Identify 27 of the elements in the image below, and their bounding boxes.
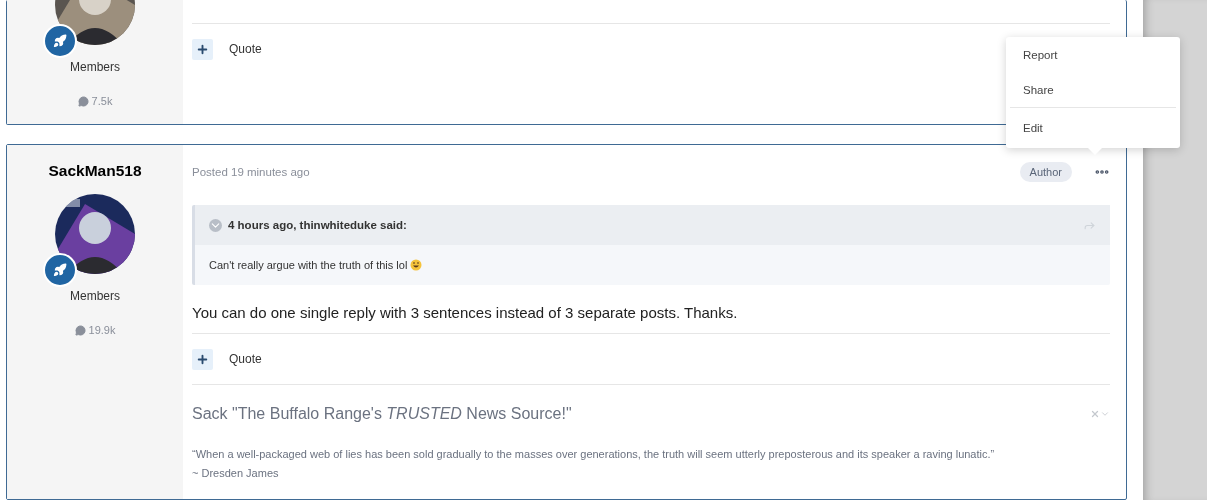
post-count: 7.5k	[91, 95, 113, 107]
quote-button[interactable]: Quote	[192, 348, 262, 370]
quote-citation: 4 hours ago, thinwhiteduke said:	[228, 219, 408, 231]
member-group: Members	[70, 289, 120, 303]
menu-item[interactable]: Report	[1010, 37, 1176, 72]
post-date: Posted 19 minutes ago	[192, 166, 311, 178]
plus-icon	[192, 38, 213, 60]
emoji-icon	[410, 259, 423, 271]
comment-icon	[74, 324, 86, 336]
username[interactable]: SackMan518	[48, 162, 142, 180]
author-badge: Author	[1019, 162, 1072, 182]
menu-item[interactable]: Edit	[1010, 107, 1176, 148]
quote-text: Can't really argue with the truth of this lol	[209, 259, 408, 271]
signature-quote: “When a well-packaged web of lies has been sold gradually to the masses over generations, the truth will seem utterly preposterous and its speaker a raving lunatic.” ~ Dresden James	[192, 447, 996, 481]
rocket-icon	[43, 253, 77, 287]
signature-title: Sack "The Buffalo Range's TRUSTED News Source!"	[192, 405, 573, 423]
collapse-icon[interactable]	[209, 218, 222, 232]
rocket-icon	[43, 24, 77, 58]
post-count: 19.9k	[88, 324, 116, 336]
menu-item[interactable]: Share	[1010, 72, 1176, 107]
quote-button[interactable]: Quote	[192, 38, 262, 60]
member-group: Members	[70, 60, 120, 74]
post-body: You can do one single reply with 3 sentences instead of 3 separate posts. Thanks.	[192, 285, 1110, 334]
caret-icon[interactable]	[1100, 409, 1110, 419]
close-icon[interactable]	[1090, 409, 1100, 419]
plus-icon	[192, 348, 213, 370]
comment-icon	[77, 95, 89, 107]
